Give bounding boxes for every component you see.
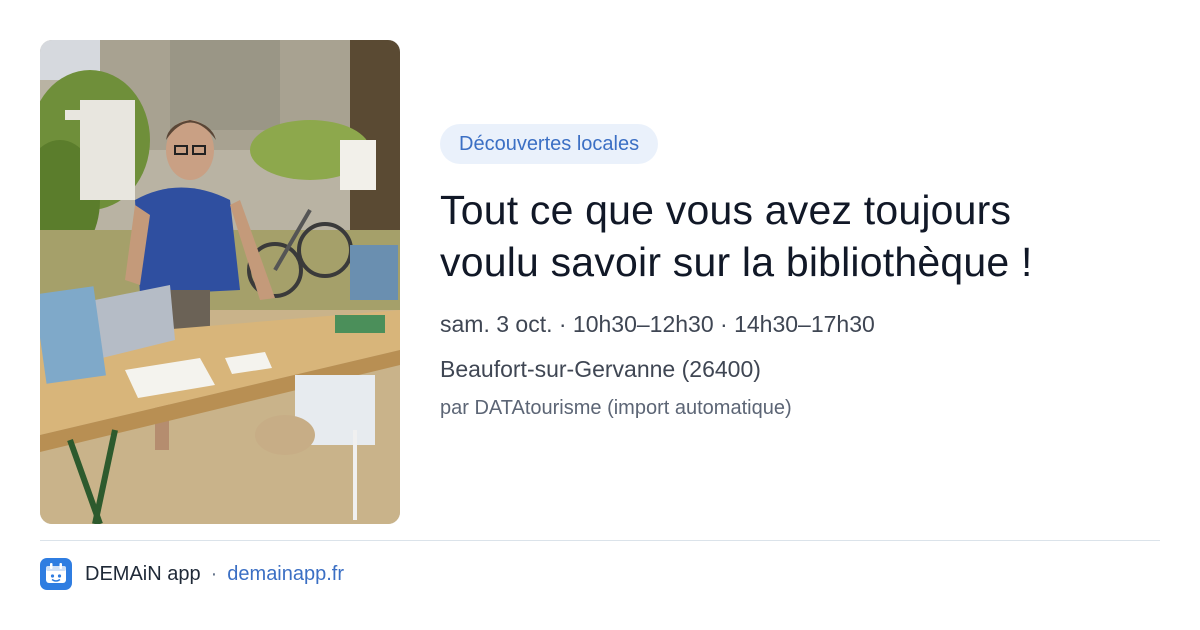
event-title[interactable]: Tout ce que vous avez toujours voulu sav… [440,184,1120,288]
app-name: DEMAiN app [85,562,201,585]
footer: DEMAiN app · demainapp.fr [40,558,344,590]
event-schedule: sam. 3 oct. · 10h30–12h30 · 14h30–17h30 [440,311,875,337]
event-card[interactable]: Découvertes locales Tout ce que vous ave… [0,0,1200,630]
category-badge[interactable]: Découvertes locales [440,124,659,164]
app-domain-link[interactable]: demainapp.fr [227,563,344,586]
footer-separator: · [210,562,218,585]
event-location: Beaufort-sur-Gervanne (26400) [440,356,761,382]
footer-divider [40,540,1160,541]
event-photo [40,40,400,524]
event-source: par DATAtourisme (import automatique) [440,397,792,419]
demain-app-logo-icon [40,558,72,590]
event-details: Découvertes locales Tout ce que vous ave… [440,124,1160,422]
event-photo-illustration [40,40,400,524]
